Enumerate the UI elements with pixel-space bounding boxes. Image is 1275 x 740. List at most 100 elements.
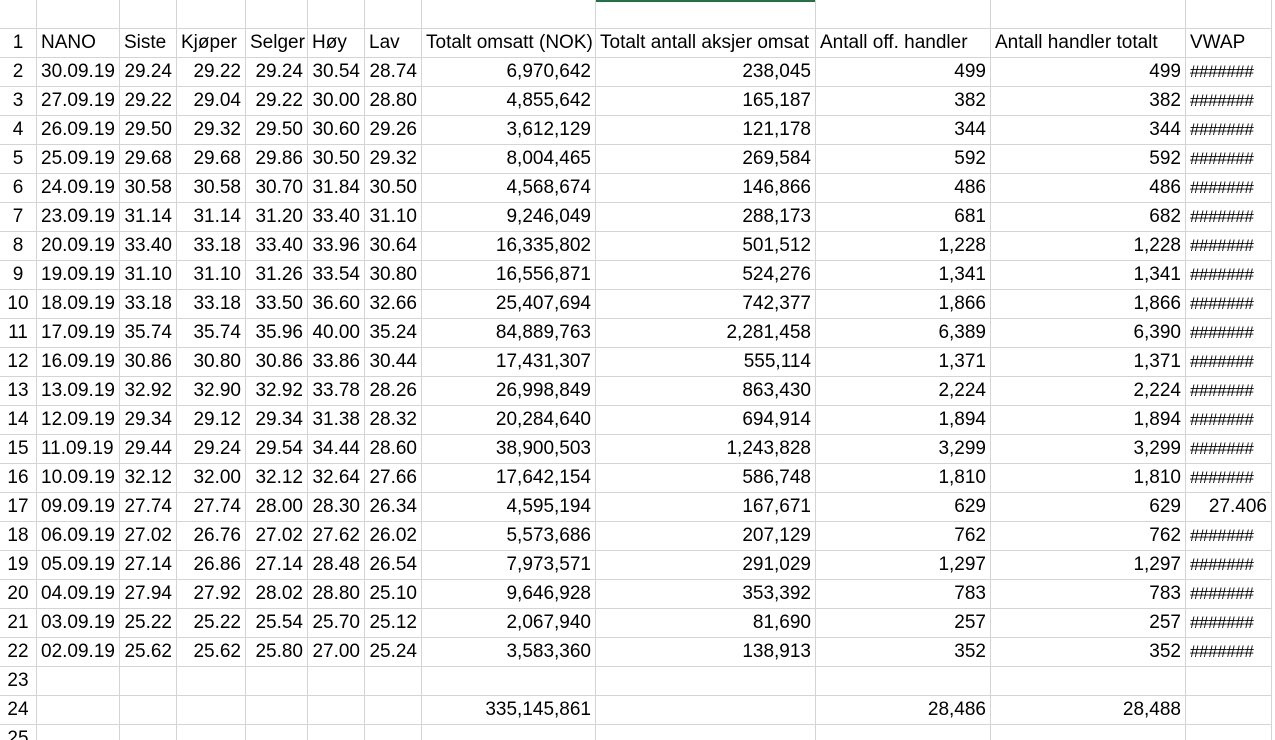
sheet-cell[interactable] (177, 0, 246, 29)
sheet-cell[interactable]: 31.14 (120, 203, 177, 232)
sheet-cell[interactable]: 30.80 (365, 261, 422, 290)
sheet-cell[interactable]: 25.62 (177, 638, 246, 667)
sheet-cell[interactable]: 19.09.19 (37, 261, 120, 290)
sheet-cell[interactable]: ####### (1186, 290, 1272, 319)
sheet-cell[interactable]: 30.00 (308, 87, 365, 116)
sheet-cell[interactable]: 16,335,802 (422, 232, 596, 261)
sheet-cell[interactable]: Høy (308, 29, 365, 58)
sheet-cell[interactable]: 25.12 (365, 609, 422, 638)
sheet-cell[interactable]: 25.80 (246, 638, 308, 667)
sheet-cell[interactable]: 33.50 (246, 290, 308, 319)
sheet-cell[interactable]: 2,067,940 (422, 609, 596, 638)
sheet-cell[interactable]: 165,187 (596, 87, 816, 116)
sheet-cell[interactable]: 29.54 (246, 435, 308, 464)
sheet-cell[interactable] (246, 0, 308, 29)
sheet-cell[interactable]: 29.22 (177, 58, 246, 87)
sheet-cell[interactable]: 6,389 (816, 319, 991, 348)
sheet-cell[interactable] (37, 0, 120, 29)
sheet-cell[interactable]: 29.12 (177, 406, 246, 435)
sheet-cell[interactable] (120, 667, 177, 696)
sheet-cell[interactable]: ####### (1186, 435, 1272, 464)
sheet-cell[interactable]: 26,998,849 (422, 377, 596, 406)
sheet-cell[interactable]: 31.38 (308, 406, 365, 435)
sheet-cell[interactable]: 33.78 (308, 377, 365, 406)
sheet-cell[interactable]: 30.86 (120, 348, 177, 377)
sheet-cell[interactable]: 29.32 (365, 145, 422, 174)
sheet-cell[interactable]: 03.09.19 (37, 609, 120, 638)
sheet-cell[interactable]: ####### (1186, 522, 1272, 551)
sheet-cell[interactable]: Selger (246, 29, 308, 58)
sheet-cell[interactable]: NANO (37, 29, 120, 58)
sheet-cell[interactable]: 2,224 (991, 377, 1186, 406)
sheet-cell[interactable] (596, 667, 816, 696)
sheet-cell[interactable]: 25.24 (365, 638, 422, 667)
sheet-cell[interactable]: ####### (1186, 406, 1272, 435)
sheet-cell[interactable]: 28.60 (365, 435, 422, 464)
sheet-cell[interactable]: Kjøper (177, 29, 246, 58)
row-header[interactable]: 15 (0, 435, 37, 464)
sheet-cell[interactable] (246, 696, 308, 725)
sheet-cell[interactable]: 288,173 (596, 203, 816, 232)
sheet-cell[interactable]: 592 (816, 145, 991, 174)
row-header[interactable]: 23 (0, 667, 37, 696)
row-header[interactable]: 4 (0, 116, 37, 145)
sheet-cell[interactable]: 40.00 (308, 319, 365, 348)
sheet-cell[interactable]: 27.92 (177, 580, 246, 609)
sheet-cell[interactable]: 29.86 (246, 145, 308, 174)
sheet-cell[interactable]: 18.09.19 (37, 290, 120, 319)
row-header[interactable]: 19 (0, 551, 37, 580)
sheet-cell[interactable]: 29.32 (177, 116, 246, 145)
sheet-cell[interactable]: 16.09.19 (37, 348, 120, 377)
sheet-cell[interactable]: 335,145,861 (422, 696, 596, 725)
sheet-cell[interactable]: 1,341 (816, 261, 991, 290)
sheet-cell[interactable]: 31.20 (246, 203, 308, 232)
sheet-cell[interactable]: ####### (1186, 261, 1272, 290)
sheet-cell[interactable]: 30.80 (177, 348, 246, 377)
sheet-cell[interactable]: 2,281,458 (596, 319, 816, 348)
row-header[interactable]: 2 (0, 58, 37, 87)
sheet-cell[interactable] (991, 0, 1186, 29)
sheet-cell[interactable] (308, 667, 365, 696)
sheet-cell[interactable]: Antall handler totalt (991, 29, 1186, 58)
sheet-cell[interactable]: 27.74 (120, 493, 177, 522)
sheet-cell[interactable]: 629 (991, 493, 1186, 522)
sheet-cell[interactable]: 09.09.19 (37, 493, 120, 522)
sheet-cell[interactable] (1186, 696, 1272, 725)
sheet-cell[interactable]: 4,568,674 (422, 174, 596, 203)
row-header[interactable]: 21 (0, 609, 37, 638)
sheet-cell[interactable]: 32.64 (308, 464, 365, 493)
sheet-cell[interactable]: ####### (1186, 638, 1272, 667)
sheet-cell[interactable]: 353,392 (596, 580, 816, 609)
sheet-cell[interactable]: 06.09.19 (37, 522, 120, 551)
sheet-cell[interactable]: ####### (1186, 116, 1272, 145)
sheet-cell[interactable]: 1,894 (816, 406, 991, 435)
sheet-cell[interactable]: 33.86 (308, 348, 365, 377)
sheet-cell[interactable]: 32.92 (120, 377, 177, 406)
sheet-cell[interactable]: 257 (816, 609, 991, 638)
sheet-cell[interactable]: VWAP (1186, 29, 1272, 58)
sheet-cell[interactable]: 27.74 (177, 493, 246, 522)
sheet-cell[interactable]: 762 (816, 522, 991, 551)
sheet-cell[interactable]: 1,243,828 (596, 435, 816, 464)
sheet-cell[interactable]: 23.09.19 (37, 203, 120, 232)
row-header[interactable]: 18 (0, 522, 37, 551)
sheet-cell[interactable] (816, 0, 991, 29)
sheet-cell[interactable]: 742,377 (596, 290, 816, 319)
sheet-cell[interactable] (596, 0, 816, 29)
sheet-cell[interactable]: 28.74 (365, 58, 422, 87)
sheet-cell[interactable]: 1,228 (991, 232, 1186, 261)
sheet-cell[interactable]: 26.76 (177, 522, 246, 551)
sheet-cell[interactable]: 8,004,465 (422, 145, 596, 174)
sheet-cell[interactable]: 27.09.19 (37, 87, 120, 116)
sheet-cell[interactable]: 26.54 (365, 551, 422, 580)
sheet-cell[interactable]: 25.70 (308, 609, 365, 638)
sheet-cell[interactable]: 344 (816, 116, 991, 145)
sheet-cell[interactable]: 30.09.19 (37, 58, 120, 87)
sheet-cell[interactable]: ####### (1186, 145, 1272, 174)
row-header[interactable]: 22 (0, 638, 37, 667)
sheet-cell[interactable]: 27.62 (308, 522, 365, 551)
sheet-cell[interactable]: 167,671 (596, 493, 816, 522)
sheet-cell[interactable] (422, 667, 596, 696)
sheet-cell[interactable]: 29.26 (365, 116, 422, 145)
sheet-cell[interactable]: Totalt antall aksjer omsat (596, 29, 816, 58)
